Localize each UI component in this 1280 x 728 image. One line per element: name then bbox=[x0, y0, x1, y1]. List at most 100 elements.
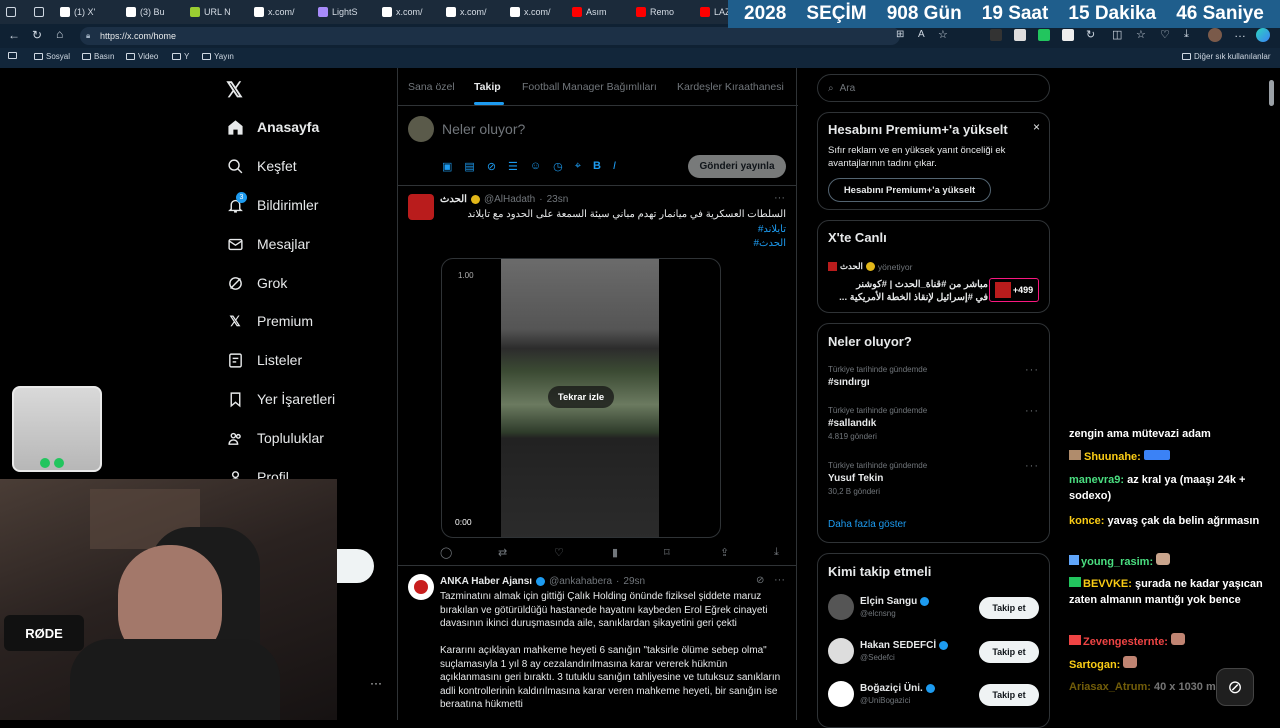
tweet-time[interactable]: 23sn bbox=[547, 194, 569, 205]
copilot-icon[interactable] bbox=[1256, 28, 1270, 42]
search-input[interactable]: ⌕ Ara bbox=[817, 74, 1050, 102]
suggested-user[interactable]: Elçin Sangu @elcnsng bbox=[828, 594, 930, 620]
bookmark-icon[interactable]: ⌑ bbox=[664, 546, 670, 559]
browser-tab[interactable]: (1) X' bbox=[60, 3, 120, 21]
reply-icon[interactable]: ◯ bbox=[440, 546, 452, 559]
tweet-avatar[interactable] bbox=[408, 194, 434, 220]
hashtag-link[interactable]: #تايلاند bbox=[440, 224, 786, 235]
x-logo-icon[interactable]: 𝕏 bbox=[226, 78, 243, 103]
video-speed[interactable]: 1.00 bbox=[458, 271, 474, 280]
page-scrollbar[interactable] bbox=[1268, 70, 1275, 720]
refresh-icon[interactable]: ↻ bbox=[32, 28, 42, 42]
nav-messages[interactable]: Mesajlar bbox=[226, 233, 310, 255]
tab-kardesler[interactable]: Kardeşler Kıraathanesi bbox=[677, 81, 784, 93]
follow-button[interactable]: Takip et bbox=[979, 684, 1039, 706]
profile-avatar[interactable] bbox=[1208, 28, 1222, 42]
follow-button[interactable]: Takip et bbox=[979, 641, 1039, 663]
extension-icon[interactable] bbox=[1038, 29, 1050, 41]
tab-list-icon[interactable] bbox=[34, 3, 54, 21]
nav-lists[interactable]: Listeler bbox=[226, 349, 302, 371]
tweet-more-icon[interactable]: ··· bbox=[774, 574, 785, 586]
tweet-author-name[interactable]: ANKA Haber Ajansı bbox=[440, 576, 532, 587]
url-field[interactable]: 🔒︎ https://x.com/home bbox=[80, 27, 900, 45]
like-icon[interactable]: ♡ bbox=[554, 546, 564, 559]
scrollbar-thumb[interactable] bbox=[1269, 80, 1274, 106]
emoji-icon[interactable]: ☺ bbox=[530, 160, 541, 173]
bookmark-folder[interactable]: Sosyal bbox=[34, 52, 70, 61]
trend-item[interactable]: Türkiye tarihinde gündemde #sallandık 4.… bbox=[828, 406, 927, 441]
download-icon[interactable]: ⤓ bbox=[774, 546, 779, 559]
extension-icon[interactable] bbox=[1062, 29, 1074, 41]
replay-button[interactable]: Tekrar izle bbox=[548, 386, 614, 408]
browser-tab[interactable]: x.com/ bbox=[254, 3, 312, 21]
tab-for-you[interactable]: Sana özel bbox=[408, 81, 455, 93]
browser-tab[interactable]: LightS bbox=[318, 3, 376, 21]
share-icon[interactable]: ⇪ bbox=[720, 546, 729, 559]
trend-more-icon[interactable]: ··· bbox=[1025, 405, 1039, 417]
browser-tab[interactable]: Asım bbox=[572, 3, 630, 21]
hashtag-link[interactable]: #الحدث bbox=[440, 238, 786, 249]
live-text[interactable]: مباشر من #قناة_الحدث | #كوشنر في #إسرائي… bbox=[828, 278, 988, 304]
trend-item[interactable]: Türkiye tarihinde gündemde Yusuf Tekin 3… bbox=[828, 461, 927, 496]
refresh-extension-icon[interactable]: ↻ bbox=[1086, 28, 1095, 41]
image-icon[interactable]: ▣ bbox=[442, 160, 452, 173]
extension-icon[interactable] bbox=[1014, 29, 1026, 41]
nav-home[interactable]: Anasayfa bbox=[226, 116, 319, 138]
trend-more-icon[interactable]: ··· bbox=[1025, 364, 1039, 376]
collections-icon[interactable]: ♡ bbox=[1160, 28, 1170, 41]
nav-explore[interactable]: Keşfet bbox=[226, 155, 297, 177]
poll-icon[interactable]: ☰ bbox=[508, 160, 518, 173]
split-screen-icon[interactable]: ◫ bbox=[1112, 28, 1122, 41]
views-icon[interactable]: ▮ bbox=[612, 546, 618, 559]
composer-input[interactable]: Neler oluyor? bbox=[442, 121, 525, 137]
other-bookmarks[interactable]: Diğer sık kullanılanlar bbox=[1182, 52, 1270, 61]
nav-grok[interactable]: Grok bbox=[226, 272, 287, 294]
tweet-avatar[interactable] bbox=[408, 574, 434, 600]
browser-tab[interactable]: (3) Bu bbox=[126, 3, 184, 21]
tweet-time[interactable]: 29sn bbox=[623, 576, 645, 587]
tab-following[interactable]: Takip bbox=[474, 81, 501, 93]
back-icon[interactable]: ← bbox=[8, 28, 20, 42]
nav-bookmarks[interactable]: Yer İşaretleri bbox=[226, 388, 335, 410]
italic-icon[interactable]: I bbox=[613, 160, 616, 173]
premium-upgrade-button[interactable]: Hesabını Premium+'a yükselt bbox=[828, 178, 991, 202]
video-player[interactable]: 1.00 Tekrar izle 0:00 bbox=[441, 258, 721, 538]
apps-icon[interactable]: ⊞ bbox=[896, 29, 904, 40]
grok-icon[interactable]: ⊘ bbox=[487, 160, 496, 173]
suggested-user[interactable]: Boğaziçi Üni. @UniBogazici bbox=[828, 681, 935, 707]
downloads-icon[interactable]: ⤓ bbox=[1184, 28, 1189, 41]
trend-item[interactable]: Türkiye tarihinde gündemde #sındırgı bbox=[828, 365, 927, 388]
home-icon[interactable]: ⌂ bbox=[56, 27, 63, 41]
browser-tab[interactable]: URL N bbox=[190, 3, 250, 21]
gif-icon[interactable]: ▤ bbox=[464, 160, 474, 173]
tweet-more-icon[interactable]: ··· bbox=[774, 192, 785, 204]
tab-football-manager[interactable]: Football Manager Bağımlıları bbox=[522, 81, 657, 93]
browser-tab[interactable]: LAZ bbox=[700, 3, 728, 21]
schedule-icon[interactable]: ◷ bbox=[553, 160, 563, 173]
bookmark-folder[interactable]: Basın bbox=[82, 52, 114, 61]
tweet-handle[interactable]: @AlHadath bbox=[484, 194, 535, 205]
live-host[interactable]: الحدث yönetiyor bbox=[828, 261, 912, 272]
bold-icon[interactable]: B bbox=[593, 160, 601, 173]
bookmark-folder[interactable]: Video bbox=[126, 52, 158, 61]
nav-premium[interactable]: 𝕏 Premium bbox=[226, 310, 313, 332]
nav-communities[interactable]: Topluluklar bbox=[226, 427, 324, 449]
grok-floating-icon[interactable]: ⊘ bbox=[1216, 668, 1254, 706]
trend-more-icon[interactable]: ··· bbox=[1025, 460, 1039, 472]
tweet-author-name[interactable]: الحدث bbox=[440, 194, 467, 205]
suggested-user[interactable]: Hakan SEDEFCİ @Sedefci bbox=[828, 638, 948, 664]
browser-tab[interactable]: Remo bbox=[636, 3, 694, 21]
grok-explain-icon[interactable]: ⊘ bbox=[756, 575, 764, 586]
bookmark-folder[interactable]: Y bbox=[172, 52, 189, 61]
retweet-icon[interactable]: ⇄ bbox=[498, 546, 507, 559]
favorites-icon[interactable]: ☆ bbox=[1136, 28, 1146, 41]
browser-tab[interactable]: x.com/ bbox=[446, 3, 504, 21]
close-icon[interactable]: × bbox=[1033, 120, 1040, 134]
favorite-star-icon[interactable]: ☆ bbox=[938, 28, 948, 41]
bookmark-icon[interactable] bbox=[8, 52, 17, 59]
tweet-handle[interactable]: @ankahabera bbox=[549, 576, 612, 587]
more-icon[interactable]: … bbox=[1234, 26, 1246, 40]
nav-notifications[interactable]: 3 Bildirimler bbox=[226, 192, 318, 216]
location-icon[interactable]: ⌖ bbox=[575, 160, 581, 173]
live-listeners[interactable]: +499 bbox=[989, 278, 1039, 302]
